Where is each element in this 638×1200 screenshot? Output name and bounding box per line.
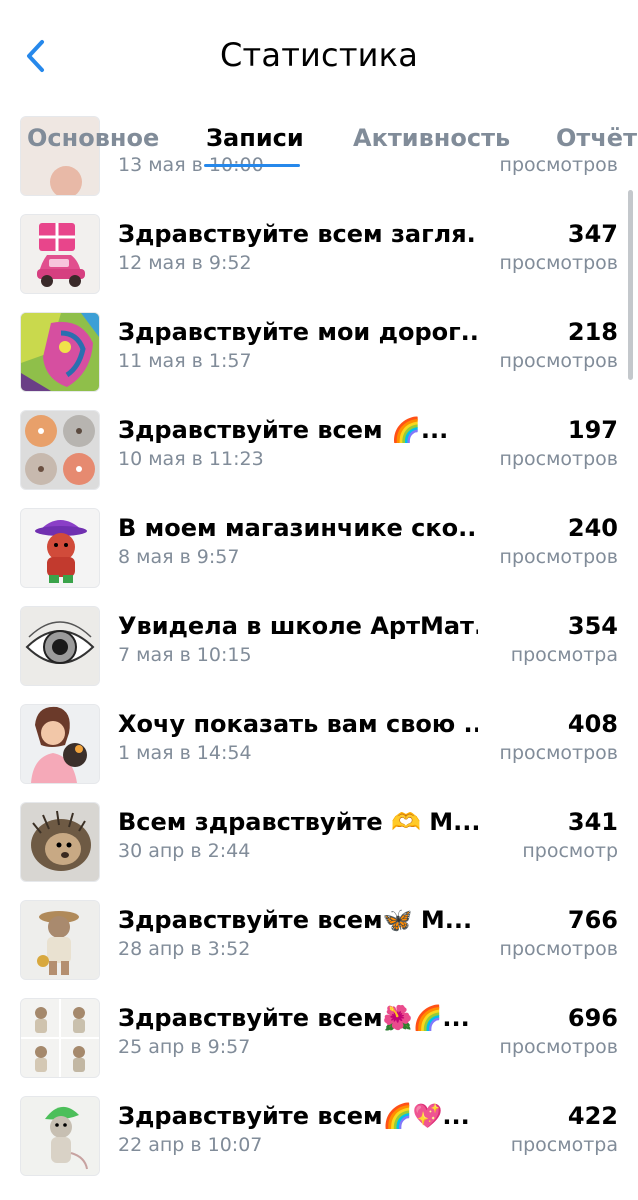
post-title: Здравствуйте всем загля... — [118, 220, 478, 248]
views-count: 354 — [567, 612, 618, 640]
views-count: 766 — [567, 906, 618, 934]
tab-posts[interactable]: Записи — [206, 124, 304, 152]
post-thumbnail — [20, 802, 100, 882]
list-item[interactable]: Здравствуйте мои дорог... 11 мая в 1:57 … — [0, 294, 638, 392]
post-title: Всем здравствуйте 🫶 М... — [118, 808, 478, 836]
post-thumbnail — [20, 704, 100, 784]
post-date: 10 мая в 11:23 — [118, 448, 264, 470]
views-label: просмотра — [510, 644, 618, 666]
scrollbar[interactable] — [628, 190, 633, 380]
post-title: Здравствуйте мои дорог... — [118, 318, 478, 346]
post-date: 7 мая в 10:15 — [118, 644, 252, 666]
list-item[interactable]: Здравствуйте всем🌈💖... 22 апр в 10:07 42… — [0, 1078, 638, 1176]
post-date: 12 мая в 9:52 — [118, 252, 252, 274]
post-title: Здравствуйте всем🌺🌈... — [118, 1004, 470, 1032]
post-thumbnail — [20, 312, 100, 392]
post-thumbnail — [20, 998, 100, 1078]
post-date: 30 апр в 2:44 — [118, 840, 251, 862]
list-item[interactable]: В моем магазинчике ско... 8 мая в 9:57 2… — [0, 490, 638, 588]
post-date: 22 апр в 10:07 — [118, 1134, 263, 1156]
views-label: просмотров — [499, 1036, 618, 1058]
post-title: Увидела в школе АртМат... — [118, 612, 478, 640]
list-item[interactable]: Хочу показать вам свою ... 1 мая в 14:54… — [0, 686, 638, 784]
post-thumbnail — [20, 214, 100, 294]
post-thumbnail — [20, 508, 100, 588]
list-item[interactable]: Здравствуйте всем🌺🌈... 25 апр в 9:57 696… — [0, 980, 638, 1078]
views-count: 408 — [567, 710, 618, 738]
top-bar: Статистика — [0, 0, 638, 112]
list-item[interactable]: Здравствуйте всем загля... 12 мая в 9:52… — [0, 196, 638, 294]
views-count: 347 — [567, 220, 618, 248]
post-title: Здравствуйте всем🌈💖... — [118, 1102, 470, 1130]
post-title: В моем магазинчике ско... — [118, 514, 478, 542]
post-thumbnail — [20, 1096, 100, 1176]
tab-main[interactable]: Основное — [27, 124, 159, 152]
post-date: 28 апр в 3:52 — [118, 938, 251, 960]
page-title: Статистика — [220, 36, 418, 74]
list-item[interactable]: Здравствуйте всем 🌈... 10 мая в 11:23 19… — [0, 392, 638, 490]
views-label: просмотров — [499, 938, 618, 960]
tab-reports[interactable]: Отчёты — [556, 124, 638, 152]
views-label: просмотр — [522, 840, 618, 862]
views-count: 341 — [567, 808, 618, 836]
post-title: Хочу показать вам свою ... — [118, 710, 478, 738]
views-label: просмотров — [499, 350, 618, 372]
post-thumbnail — [20, 410, 100, 490]
list-item[interactable]: Здравствуйте всем🦋 М... 28 апр в 3:52 76… — [0, 882, 638, 980]
list-item[interactable]: Всем здравствуйте 🫶 М... 30 апр в 2:44 3… — [0, 784, 638, 882]
posts-list: 13 мая в 10:00 просмотров Здравствуйте в… — [0, 100, 638, 1200]
views-label: просмотров — [499, 252, 618, 274]
post-date: 11 мая в 1:57 — [118, 350, 252, 372]
views-count: 696 — [567, 1004, 618, 1032]
views-count: 218 — [567, 318, 618, 346]
views-count: 422 — [567, 1102, 618, 1130]
post-title: Здравствуйте всем🦋 М... — [118, 906, 473, 934]
post-thumbnail — [20, 606, 100, 686]
views-count: 240 — [567, 514, 618, 542]
views-label: просмотров — [499, 742, 618, 764]
active-tab-indicator — [204, 164, 300, 167]
list-item[interactable]: Увидела в школе АртМат... 7 мая в 10:15 … — [0, 588, 638, 686]
views-label: просмотров — [499, 448, 618, 470]
post-thumbnail — [20, 900, 100, 980]
post-date: 25 апр в 9:57 — [118, 1036, 251, 1058]
views-count: 197 — [567, 416, 618, 444]
post-date: 8 мая в 9:57 — [118, 546, 240, 568]
views-label: просмотров — [499, 546, 618, 568]
tabs-bar: Основное Записи Активность Отчёты — [0, 112, 638, 168]
tab-activity[interactable]: Активность — [353, 124, 510, 152]
post-title: Здравствуйте всем 🌈... — [118, 416, 449, 444]
post-date: 1 мая в 14:54 — [118, 742, 252, 764]
views-label: просмотра — [510, 1134, 618, 1156]
